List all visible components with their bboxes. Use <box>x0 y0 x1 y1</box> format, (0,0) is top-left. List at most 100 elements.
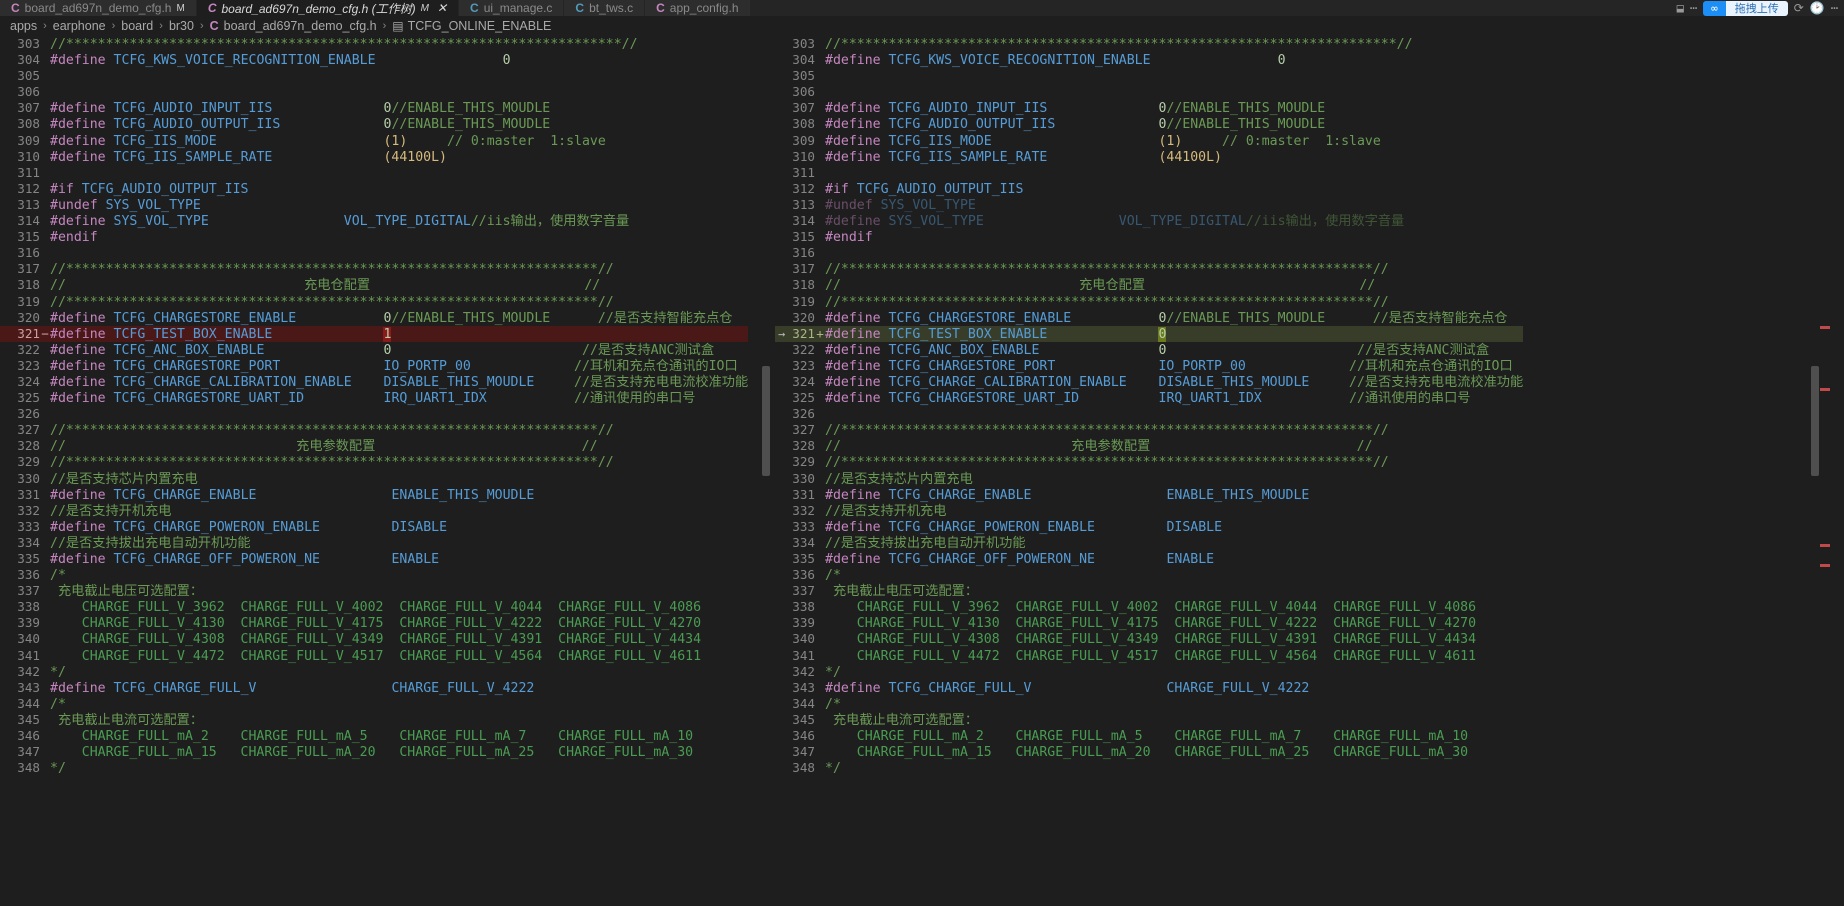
code-line[interactable]: 305 <box>775 68 1523 84</box>
code-line[interactable]: 339 CHARGE_FULL_V_4130 CHARGE_FULL_V_417… <box>775 615 1523 631</box>
code-line[interactable]: 313 #undef SYS_VOL_TYPE <box>0 197 748 213</box>
code-line[interactable]: 333 #define TCFG_CHARGE_POWERON_ENABLE D… <box>0 519 748 535</box>
code-line[interactable]: 330 //是否支持芯片内置充电 <box>0 471 748 487</box>
code-line[interactable]: 324 #define TCFG_CHARGE_CALIBRATION_ENAB… <box>775 374 1523 390</box>
code-line[interactable]: 335 #define TCFG_CHARGE_OFF_POWERON_NE E… <box>775 551 1523 567</box>
code-line[interactable]: 316 <box>0 245 748 261</box>
code-line[interactable]: 312 #if TCFG_AUDIO_OUTPUT_IIS <box>0 181 748 197</box>
overview-ruler[interactable] <box>1819 36 1831 906</box>
code-line[interactable]: 310 #define TCFG_IIS_SAMPLE_RATE (44100L… <box>775 149 1523 165</box>
code-line[interactable]: 307 #define TCFG_AUDIO_INPUT_IIS 0//ENAB… <box>775 100 1523 116</box>
code-line[interactable]: 310 #define TCFG_IIS_SAMPLE_RATE (44100L… <box>0 149 748 165</box>
code-line[interactable]: → 321+#define TCFG_TEST_BOX_ENABLE 0 <box>775 325 1524 342</box>
code-line[interactable]: 322 #define TCFG_ANC_BOX_ENABLE 0 //是否支持… <box>0 342 748 358</box>
editor-tab-3[interactable]: Cbt_tws.c <box>564 0 646 16</box>
breadcrumb-item-earphone[interactable]: earphone <box>53 19 106 33</box>
code-line[interactable]: 343 #define TCFG_CHARGE_FULL_V CHARGE_FU… <box>775 680 1523 696</box>
code-line[interactable]: 304 #define TCFG_KWS_VOICE_RECOGNITION_E… <box>0 52 748 68</box>
code-line[interactable]: 324 #define TCFG_CHARGE_CALIBRATION_ENAB… <box>0 374 748 390</box>
code-line[interactable]: 315 #endif <box>775 229 1523 245</box>
code-line[interactable]: 325 #define TCFG_CHARGESTORE_UART_ID IRQ… <box>0 390 748 406</box>
close-icon[interactable]: ✕ <box>437 1 447 15</box>
code-line[interactable]: 323 #define TCFG_CHARGESTORE_PORT IO_POR… <box>0 358 748 374</box>
code-line[interactable]: 331 #define TCFG_CHARGE_ENABLE ENABLE_TH… <box>775 487 1523 503</box>
code-line[interactable]: 319 //**********************************… <box>0 294 748 310</box>
code-line[interactable]: 326 <box>0 406 748 422</box>
code-line[interactable]: 336 /* <box>0 567 748 583</box>
code-line[interactable]: 306 <box>775 84 1523 100</box>
code-line[interactable]: 348 */ <box>0 760 748 776</box>
code-line[interactable]: 313 #undef SYS_VOL_TYPE <box>775 197 1523 213</box>
code-line[interactable]: 303 //**********************************… <box>0 36 748 52</box>
breadcrumb-symbol[interactable]: TCFG_ONLINE_ENABLE <box>408 19 552 33</box>
code-line[interactable]: 327 //**********************************… <box>775 422 1523 438</box>
code-line[interactable]: 305 <box>0 68 748 84</box>
code-line[interactable]: 336 /* <box>775 567 1523 583</box>
code-line[interactable]: 320 #define TCFG_CHARGESTORE_ENABLE 0//E… <box>0 310 748 326</box>
code-line[interactable]: 304 #define TCFG_KWS_VOICE_RECOGNITION_E… <box>775 52 1523 68</box>
code-line[interactable]: 330 //是否支持芯片内置充电 <box>775 471 1523 487</box>
code-line[interactable]: 341 CHARGE_FULL_V_4472 CHARGE_FULL_V_451… <box>0 648 748 664</box>
code-line[interactable]: 309 #define TCFG_IIS_MODE (1) // 0:maste… <box>775 133 1523 149</box>
modified-pane-scrollbar[interactable] <box>1811 36 1819 906</box>
code-line[interactable]: 338 CHARGE_FULL_V_3962 CHARGE_FULL_V_400… <box>775 599 1523 615</box>
split-editor-icon[interactable]: ⬓ <box>1677 2 1684 14</box>
code-line[interactable]: 342 */ <box>0 664 748 680</box>
code-line[interactable]: 338 CHARGE_FULL_V_3962 CHARGE_FULL_V_400… <box>0 599 748 615</box>
code-line[interactable]: 317 //**********************************… <box>775 261 1523 277</box>
code-line[interactable]: 328 // 充电参数配置 // <box>775 438 1523 454</box>
code-line[interactable]: 314 #define SYS_VOL_TYPE VOL_TYPE_DIGITA… <box>775 213 1523 229</box>
editor-tab-4[interactable]: Capp_config.h <box>645 0 751 16</box>
code-line[interactable]: 328 // 充电参数配置 // <box>0 438 748 454</box>
code-line[interactable]: 329 //**********************************… <box>775 454 1523 470</box>
code-line[interactable]: 340 CHARGE_FULL_V_4308 CHARGE_FULL_V_434… <box>0 631 748 647</box>
code-line[interactable]: 343 #define TCFG_CHARGE_FULL_V CHARGE_FU… <box>0 680 748 696</box>
breadcrumb-item-apps[interactable]: apps <box>10 19 37 33</box>
code-line[interactable]: 312 #if TCFG_AUDIO_OUTPUT_IIS <box>775 181 1523 197</box>
code-line[interactable]: 319 //**********************************… <box>775 294 1523 310</box>
more-actions-icon-2[interactable]: ⋯ <box>1831 2 1838 14</box>
code-line[interactable]: 325 #define TCFG_CHARGESTORE_UART_ID IRQ… <box>775 390 1523 406</box>
code-line[interactable]: 331 #define TCFG_CHARGE_ENABLE ENABLE_TH… <box>0 487 748 503</box>
code-line[interactable]: 345 充电截止电流可选配置： <box>775 712 1523 728</box>
code-line[interactable]: 346 CHARGE_FULL_mA_2 CHARGE_FULL_mA_5 CH… <box>775 728 1523 744</box>
editor-tab-1[interactable]: Cboard_ad697n_demo_cfg.h (工作树) M ✕ <box>196 0 460 16</box>
code-line[interactable]: 327 //**********************************… <box>0 422 748 438</box>
code-line[interactable]: 334 //是否支持拔出充电自动开机功能 <box>0 535 748 551</box>
breadcrumb-file[interactable]: board_ad697n_demo_cfg.h <box>224 19 377 33</box>
code-line[interactable]: 329 //**********************************… <box>0 454 748 470</box>
diff-pane-modified[interactable]: 303 //**********************************… <box>775 36 1831 906</box>
code-line[interactable]: 332 //是否支持开机充电 <box>0 503 748 519</box>
code-line[interactable]: 326 <box>775 406 1523 422</box>
code-line[interactable]: 341 CHARGE_FULL_V_4472 CHARGE_FULL_V_451… <box>775 648 1523 664</box>
code-line[interactable]: 316 <box>775 245 1523 261</box>
code-line[interactable]: 308 #define TCFG_AUDIO_OUTPUT_IIS 0//ENA… <box>0 116 748 132</box>
code-line[interactable]: 311 <box>0 165 748 181</box>
code-line[interactable]: 318 // 充电仓配置 // <box>775 277 1523 293</box>
breadcrumb-item-board[interactable]: board <box>121 19 153 33</box>
code-line[interactable]: 337 充电截止电压可选配置： <box>775 583 1523 599</box>
code-line[interactable]: 321−#define TCFG_TEST_BOX_ENABLE 1 <box>0 325 749 342</box>
clock-icon[interactable]: 🕑 <box>1810 2 1825 14</box>
code-line[interactable]: 315 #endif <box>0 229 748 245</box>
code-line[interactable]: 347 CHARGE_FULL_mA_15 CHARGE_FULL_mA_20 … <box>775 744 1523 760</box>
code-line[interactable]: 318 // 充电仓配置 // <box>0 277 748 293</box>
code-line[interactable]: 333 #define TCFG_CHARGE_POWERON_ENABLE D… <box>775 519 1523 535</box>
editor-tab-2[interactable]: Cui_manage.c <box>459 0 565 16</box>
code-line[interactable]: 332 //是否支持开机充电 <box>775 503 1523 519</box>
code-line[interactable]: 348 */ <box>775 760 1523 776</box>
code-line[interactable]: 306 <box>0 84 748 100</box>
code-line[interactable]: 308 #define TCFG_AUDIO_OUTPUT_IIS 0//ENA… <box>775 116 1523 132</box>
more-actions-icon[interactable]: ⋯ <box>1690 2 1697 14</box>
code-line[interactable]: 320 #define TCFG_CHARGESTORE_ENABLE 0//E… <box>775 310 1523 326</box>
history-icon[interactable]: ⟳ <box>1794 2 1804 14</box>
drag-upload-label[interactable]: 拖拽上传 <box>1725 0 1788 16</box>
code-line[interactable]: 317 //**********************************… <box>0 261 748 277</box>
code-line[interactable]: 342 */ <box>775 664 1523 680</box>
code-line[interactable]: 337 充电截止电压可选配置： <box>0 583 748 599</box>
original-pane-scrollbar[interactable] <box>762 36 770 906</box>
code-line[interactable]: 303 //**********************************… <box>775 36 1523 52</box>
code-line[interactable]: 340 CHARGE_FULL_V_4308 CHARGE_FULL_V_434… <box>775 631 1523 647</box>
code-line[interactable]: 314 #define SYS_VOL_TYPE VOL_TYPE_DIGITA… <box>0 213 748 229</box>
code-line[interactable]: 344 /* <box>0 696 748 712</box>
